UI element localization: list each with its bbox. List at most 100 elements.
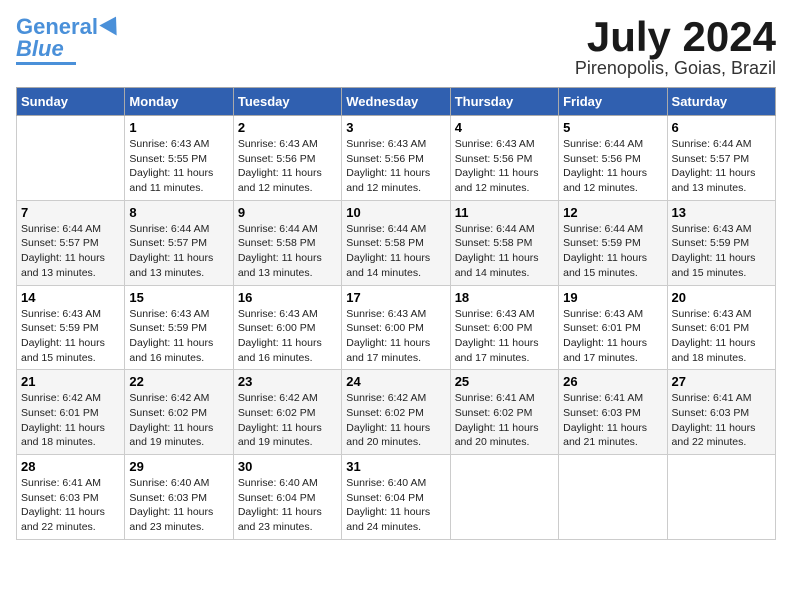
calendar-cell: 12 Sunrise: 6:44 AM Sunset: 5:59 PM Dayli… <box>559 200 667 285</box>
day-info: Sunrise: 6:43 AM Sunset: 6:01 PM Dayligh… <box>672 307 771 366</box>
day-number: 14 <box>21 290 120 305</box>
calendar-cell: 9 Sunrise: 6:44 AM Sunset: 5:58 PM Daylig… <box>233 200 341 285</box>
weekday-header-cell: Saturday <box>667 88 775 116</box>
day-info: Sunrise: 6:44 AM Sunset: 5:56 PM Dayligh… <box>563 137 662 196</box>
day-number: 12 <box>563 205 662 220</box>
day-info: Sunrise: 6:43 AM Sunset: 5:59 PM Dayligh… <box>21 307 120 366</box>
day-info: Sunrise: 6:43 AM Sunset: 5:59 PM Dayligh… <box>672 222 771 281</box>
day-info: Sunrise: 6:42 AM Sunset: 6:02 PM Dayligh… <box>346 391 445 450</box>
day-number: 31 <box>346 459 445 474</box>
weekday-header-cell: Friday <box>559 88 667 116</box>
day-info: Sunrise: 6:43 AM Sunset: 5:55 PM Dayligh… <box>129 137 228 196</box>
day-number: 11 <box>455 205 554 220</box>
day-number: 27 <box>672 374 771 389</box>
title-block: July 2024 Pirenopolis, Goias, Brazil <box>575 16 776 79</box>
calendar-cell: 3Sunrise: 6:43 AM Sunset: 5:56 PM Daylig… <box>342 116 450 201</box>
location-title: Pirenopolis, Goias, Brazil <box>575 58 776 79</box>
calendar-cell: 31 Sunrise: 6:40 AM Sunset: 6:04 PM Dayli… <box>342 455 450 540</box>
day-info: Sunrise: 6:43 AM Sunset: 5:56 PM Dayligh… <box>238 137 337 196</box>
day-info: Sunrise: 6:42 AM Sunset: 6:02 PM Dayligh… <box>129 391 228 450</box>
day-info: Sunrise: 6:40 AM Sunset: 6:04 PM Dayligh… <box>346 476 445 535</box>
day-number: 21 <box>21 374 120 389</box>
day-number: 15 <box>129 290 228 305</box>
day-number: 6 <box>672 120 771 135</box>
calendar-cell: 19Sunrise: 6:43 AM Sunset: 6:01 PM Dayli… <box>559 285 667 370</box>
day-info: Sunrise: 6:43 AM Sunset: 6:01 PM Dayligh… <box>563 307 662 366</box>
day-info: Sunrise: 6:43 AM Sunset: 5:56 PM Dayligh… <box>455 137 554 196</box>
day-info: Sunrise: 6:43 AM Sunset: 5:56 PM Dayligh… <box>346 137 445 196</box>
logo-blue: Blue <box>16 38 64 60</box>
day-info: Sunrise: 6:40 AM Sunset: 6:03 PM Dayligh… <box>129 476 228 535</box>
calendar-cell: 27Sunrise: 6:41 AM Sunset: 6:03 PM Dayli… <box>667 370 775 455</box>
logo-text: General <box>16 16 98 38</box>
calendar-cell: 24 Sunrise: 6:42 AM Sunset: 6:02 PM Dayli… <box>342 370 450 455</box>
day-info: Sunrise: 6:44 AM Sunset: 5:59 PM Dayligh… <box>563 222 662 281</box>
day-info: Sunrise: 6:44 AM Sunset: 5:58 PM Dayligh… <box>238 222 337 281</box>
calendar-week-row: 1 Sunrise: 6:43 AM Sunset: 5:55 PM Daylig… <box>17 116 776 201</box>
calendar-cell: 17Sunrise: 6:43 AM Sunset: 6:00 PM Dayli… <box>342 285 450 370</box>
calendar-cell: 18Sunrise: 6:43 AM Sunset: 6:00 PM Dayli… <box>450 285 558 370</box>
weekday-header-cell: Tuesday <box>233 88 341 116</box>
weekday-header-cell: Sunday <box>17 88 125 116</box>
calendar-body: 1 Sunrise: 6:43 AM Sunset: 5:55 PM Daylig… <box>17 116 776 540</box>
day-info: Sunrise: 6:40 AM Sunset: 6:04 PM Dayligh… <box>238 476 337 535</box>
day-number: 25 <box>455 374 554 389</box>
calendar-cell: 10 Sunrise: 6:44 AM Sunset: 5:58 PM Dayli… <box>342 200 450 285</box>
day-number: 7 <box>21 205 120 220</box>
logo-underline <box>16 62 76 65</box>
day-number: 23 <box>238 374 337 389</box>
day-info: Sunrise: 6:44 AM Sunset: 5:57 PM Dayligh… <box>672 137 771 196</box>
day-number: 30 <box>238 459 337 474</box>
day-number: 13 <box>672 205 771 220</box>
calendar-cell: 20 Sunrise: 6:43 AM Sunset: 6:01 PM Dayli… <box>667 285 775 370</box>
calendar-cell: 21 Sunrise: 6:42 AM Sunset: 6:01 PM Dayli… <box>17 370 125 455</box>
calendar-week-row: 14 Sunrise: 6:43 AM Sunset: 5:59 PM Dayli… <box>17 285 776 370</box>
calendar-week-row: 21 Sunrise: 6:42 AM Sunset: 6:01 PM Dayli… <box>17 370 776 455</box>
day-info: Sunrise: 6:43 AM Sunset: 6:00 PM Dayligh… <box>346 307 445 366</box>
day-info: Sunrise: 6:42 AM Sunset: 6:01 PM Dayligh… <box>21 391 120 450</box>
day-info: Sunrise: 6:44 AM Sunset: 5:57 PM Dayligh… <box>21 222 120 281</box>
calendar-cell <box>17 116 125 201</box>
calendar-cell: 29Sunrise: 6:40 AM Sunset: 6:03 PM Dayli… <box>125 455 233 540</box>
day-info: Sunrise: 6:44 AM Sunset: 5:57 PM Dayligh… <box>129 222 228 281</box>
day-number: 24 <box>346 374 445 389</box>
calendar-cell: 5Sunrise: 6:44 AM Sunset: 5:56 PM Daylig… <box>559 116 667 201</box>
day-number: 4 <box>455 120 554 135</box>
calendar-cell: 1 Sunrise: 6:43 AM Sunset: 5:55 PM Daylig… <box>125 116 233 201</box>
calendar-cell: 26 Sunrise: 6:41 AM Sunset: 6:03 PM Dayli… <box>559 370 667 455</box>
day-info: Sunrise: 6:44 AM Sunset: 5:58 PM Dayligh… <box>346 222 445 281</box>
day-number: 26 <box>563 374 662 389</box>
calendar-cell: 28Sunrise: 6:41 AM Sunset: 6:03 PM Dayli… <box>17 455 125 540</box>
calendar-cell: 11Sunrise: 6:44 AM Sunset: 5:58 PM Dayli… <box>450 200 558 285</box>
weekday-header-cell: Thursday <box>450 88 558 116</box>
day-number: 10 <box>346 205 445 220</box>
day-number: 8 <box>129 205 228 220</box>
calendar-cell <box>450 455 558 540</box>
day-info: Sunrise: 6:41 AM Sunset: 6:03 PM Dayligh… <box>563 391 662 450</box>
page-header: General Blue July 2024 Pirenopolis, Goia… <box>16 16 776 79</box>
calendar-cell: 23 Sunrise: 6:42 AM Sunset: 6:02 PM Dayli… <box>233 370 341 455</box>
day-info: Sunrise: 6:43 AM Sunset: 6:00 PM Dayligh… <box>455 307 554 366</box>
logo-triangle-icon <box>99 12 124 36</box>
day-number: 28 <box>21 459 120 474</box>
calendar-cell: 14 Sunrise: 6:43 AM Sunset: 5:59 PM Dayli… <box>17 285 125 370</box>
month-title: July 2024 <box>575 16 776 58</box>
calendar-cell: 7 Sunrise: 6:44 AM Sunset: 5:57 PM Daylig… <box>17 200 125 285</box>
calendar-cell: 2 Sunrise: 6:43 AM Sunset: 5:56 PM Daylig… <box>233 116 341 201</box>
calendar-cell: 8 Sunrise: 6:44 AM Sunset: 5:57 PM Daylig… <box>125 200 233 285</box>
calendar-cell <box>559 455 667 540</box>
calendar-cell: 25 Sunrise: 6:41 AM Sunset: 6:02 PM Dayli… <box>450 370 558 455</box>
day-number: 2 <box>238 120 337 135</box>
day-number: 9 <box>238 205 337 220</box>
day-info: Sunrise: 6:43 AM Sunset: 5:59 PM Dayligh… <box>129 307 228 366</box>
weekday-header-cell: Wednesday <box>342 88 450 116</box>
weekday-header-cell: Monday <box>125 88 233 116</box>
day-number: 20 <box>672 290 771 305</box>
day-number: 1 <box>129 120 228 135</box>
day-info: Sunrise: 6:41 AM Sunset: 6:02 PM Dayligh… <box>455 391 554 450</box>
calendar-cell: 22Sunrise: 6:42 AM Sunset: 6:02 PM Dayli… <box>125 370 233 455</box>
calendar-cell: 30 Sunrise: 6:40 AM Sunset: 6:04 PM Dayli… <box>233 455 341 540</box>
day-info: Sunrise: 6:43 AM Sunset: 6:00 PM Dayligh… <box>238 307 337 366</box>
day-info: Sunrise: 6:42 AM Sunset: 6:02 PM Dayligh… <box>238 391 337 450</box>
calendar-cell <box>667 455 775 540</box>
